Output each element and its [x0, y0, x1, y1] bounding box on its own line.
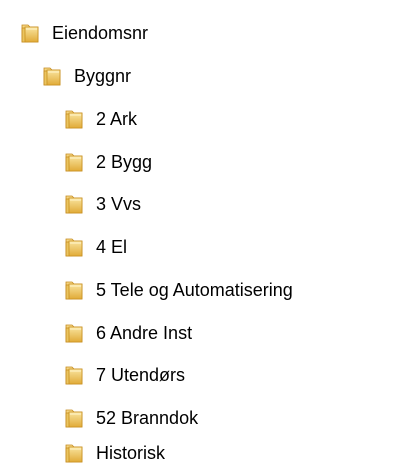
tree-item-label: 52 Branndok — [96, 408, 199, 428]
folder-icon — [21, 24, 39, 43]
folder-icon — [65, 444, 83, 463]
folder-icon — [65, 195, 83, 214]
tree-item-label: 5 Tele og Automatisering — [96, 280, 293, 300]
folder-icon — [65, 409, 83, 428]
tree-item-label: 4 El — [96, 237, 128, 257]
folder-icon — [65, 281, 83, 300]
tree-item-label: Eiendomsnr — [52, 23, 149, 43]
folder-icon — [65, 238, 83, 257]
tree-item-label: Byggnr — [74, 66, 132, 86]
tree-item-3-vvs[interactable]: 3 Vvs — [62, 191, 141, 217]
folder-icon — [65, 366, 83, 385]
tree-item-2-ark[interactable]: 2 Ark — [62, 106, 137, 132]
folder-icon — [65, 110, 83, 129]
tree-item-label: 6 Andre Inst — [96, 323, 193, 343]
tree-item-label: 2 Ark — [96, 109, 138, 129]
folder-tree: Eiendomsnr Byggnr 2 Ark 2 Bygg 3 Vvs 4 E… — [0, 0, 416, 467]
tree-item-4-el[interactable]: 4 El — [62, 234, 127, 260]
tree-item-6-andre-inst[interactable]: 6 Andre Inst — [62, 320, 192, 346]
tree-item-2-bygg[interactable]: 2 Bygg — [62, 149, 152, 175]
tree-item-historisk[interactable]: Historisk — [62, 440, 165, 466]
tree-item-eiendomsnr[interactable]: Eiendomsnr — [18, 20, 148, 46]
tree-item-byggnr[interactable]: Byggnr — [40, 63, 131, 89]
tree-item-52-branndok[interactable]: 52 Branndok — [62, 405, 198, 431]
tree-item-7-utendors[interactable]: 7 Utendørs — [62, 362, 185, 388]
tree-item-label: 3 Vvs — [96, 194, 142, 214]
folder-icon — [65, 324, 83, 343]
tree-item-5-tele-og-automatisering[interactable]: 5 Tele og Automatisering — [62, 277, 293, 303]
tree-item-label: Historisk — [96, 443, 166, 463]
folder-icon — [43, 67, 61, 86]
tree-item-label: 7 Utendørs — [96, 365, 186, 385]
tree-item-label: 2 Bygg — [96, 152, 153, 172]
folder-icon — [65, 153, 83, 172]
